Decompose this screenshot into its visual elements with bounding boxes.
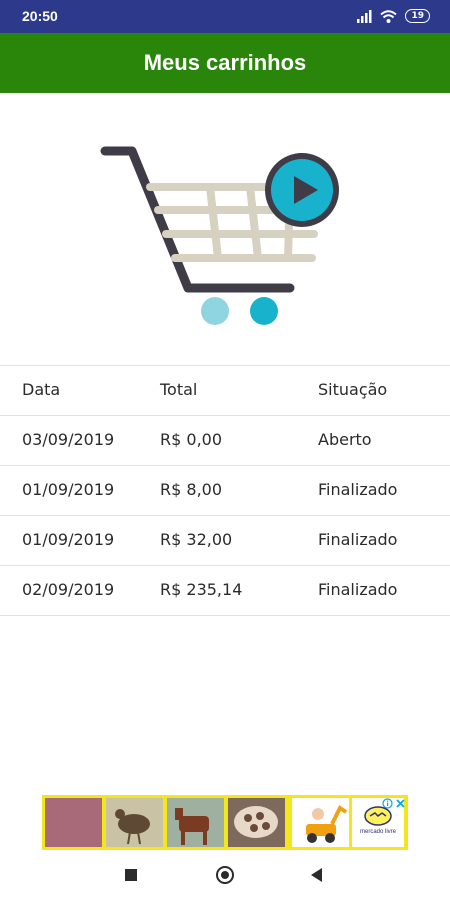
nav-home-icon[interactable] bbox=[216, 866, 234, 884]
shopping-cart-play-icon bbox=[100, 146, 339, 325]
table-row[interactable]: 01/09/2019 R$ 8,00 Finalizado bbox=[0, 465, 450, 515]
cart-status: Finalizado bbox=[318, 580, 398, 599]
cart-date: 02/09/2019 bbox=[22, 580, 115, 599]
table-row[interactable]: 02/09/2019 R$ 235,14 Finalizado bbox=[0, 565, 450, 616]
cart-status: Finalizado bbox=[318, 480, 398, 499]
table-row[interactable]: 01/09/2019 R$ 32,00 Finalizado bbox=[0, 515, 450, 565]
cart-date: 01/09/2019 bbox=[22, 480, 115, 499]
cart-total: R$ 8,00 bbox=[160, 480, 223, 499]
ad-image[interactable] bbox=[106, 798, 163, 847]
app-bar: Meus carrinhos bbox=[0, 33, 450, 93]
ad-image[interactable] bbox=[45, 798, 102, 847]
page-title: Meus carrinhos bbox=[143, 50, 307, 75]
status-icons: 19 bbox=[357, 9, 430, 23]
column-header-total: Total bbox=[160, 380, 198, 399]
ad-image[interactable] bbox=[228, 798, 285, 847]
column-header-status: Situação bbox=[318, 380, 388, 399]
nav-recents-icon[interactable] bbox=[125, 869, 137, 881]
status-bar: 20:50 19 bbox=[0, 0, 450, 33]
cart-date: 01/09/2019 bbox=[22, 530, 115, 549]
cart-total: R$ 235,14 bbox=[160, 580, 243, 599]
cart-status: Aberto bbox=[318, 430, 372, 449]
cart-total: R$ 32,00 bbox=[160, 530, 233, 549]
status-time: 20:50 bbox=[22, 8, 58, 24]
ad-image[interactable] bbox=[292, 798, 349, 847]
wifi-icon bbox=[380, 9, 398, 23]
column-header-date: Data bbox=[22, 380, 61, 399]
carts-table: Data Total Situação 03/09/2019 R$ 0,00 A… bbox=[0, 365, 450, 616]
cart-total: R$ 0,00 bbox=[160, 430, 223, 449]
nav-back-icon[interactable] bbox=[311, 868, 322, 882]
ad-close-icon[interactable] bbox=[395, 798, 406, 809]
cart-date: 03/09/2019 bbox=[22, 430, 115, 449]
table-header-row: Data Total Situação bbox=[0, 365, 450, 415]
ad-brand-text: mercado livre bbox=[360, 829, 397, 835]
table-row[interactable]: 03/09/2019 R$ 0,00 Aberto bbox=[0, 415, 450, 465]
ad-image[interactable] bbox=[167, 798, 224, 847]
cart-status: Finalizado bbox=[318, 530, 398, 549]
ad-info-icon[interactable] bbox=[382, 798, 393, 809]
signal-icon bbox=[357, 9, 372, 23]
battery-icon: 19 bbox=[405, 9, 430, 23]
ad-banner[interactable]: mercado livre bbox=[42, 795, 408, 850]
system-nav-bar bbox=[0, 850, 450, 900]
